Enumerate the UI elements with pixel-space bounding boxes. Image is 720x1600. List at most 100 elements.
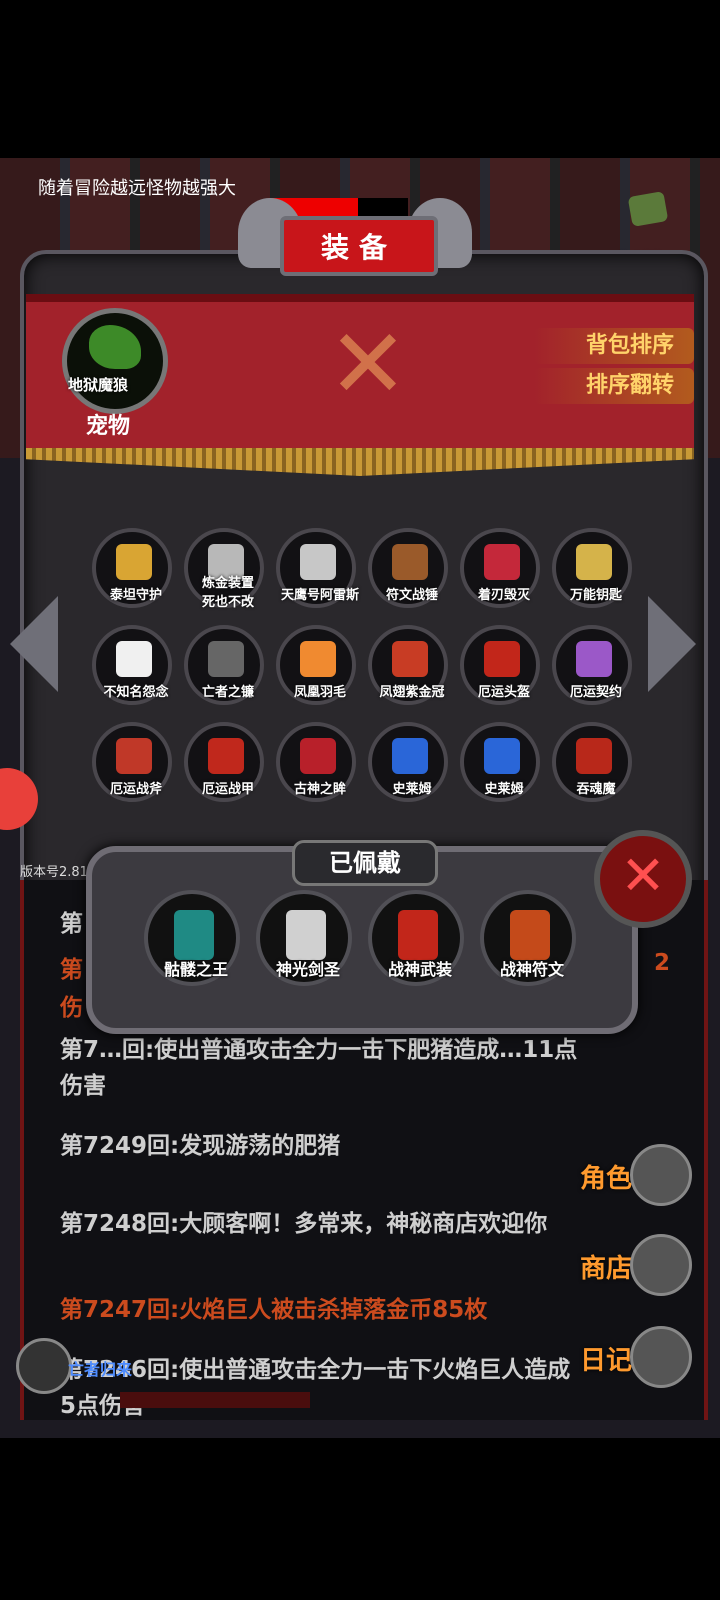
item-name: 厄运头盔: [477, 685, 530, 700]
log-line: 伤: [60, 995, 83, 1021]
hellwolf-icon: [89, 325, 141, 369]
equipped-item-name: 战神武装: [387, 960, 452, 979]
close-button[interactable]: ✕: [594, 830, 692, 928]
log-line: 第7247回:火焰巨人被击杀掉落金币85枚: [60, 1297, 488, 1323]
next-page-arrow-icon[interactable]: [648, 596, 696, 692]
item-name: 万能钥匙: [569, 588, 622, 603]
sort-reverse-button[interactable]: 排序翻转: [534, 368, 694, 404]
log-fragment: 2: [654, 950, 671, 976]
bottom-progress-bar: [120, 1392, 310, 1408]
inventory-item[interactable]: 厄运战甲: [184, 722, 264, 802]
item-name: 亡者之镰: [201, 685, 254, 700]
inventory-item[interactable]: 符文战锤: [368, 528, 448, 608]
item-name: 天鹰号阿雷斯: [280, 588, 359, 603]
item-sprite-icon: [484, 544, 520, 580]
marquee-text: 随着冒险越远怪物越强大: [38, 178, 236, 199]
log-line: 第: [60, 911, 83, 937]
equipped-item[interactable]: 战神武装: [368, 890, 464, 986]
item-sprite-icon: [300, 641, 336, 677]
item-sprite-icon: [116, 641, 152, 677]
autoplay-icon: [627, 191, 669, 227]
inventory-grid: 泰坦守护 炼金装置 死也不改 天鹰号阿雷斯 符文战锤 着刃毁灭 万能钥匙不知名怨念 亡者之镰…: [92, 528, 652, 818]
log-line: 第7249回:发现游荡的肥猪: [60, 1133, 341, 1159]
curtain-header: ✕ 地狱魔狼 宠物 背包排序 排序翻转: [26, 294, 694, 476]
sort-bag-button[interactable]: 背包排序: [534, 328, 694, 364]
nav-character-button[interactable]: 角色: [580, 1144, 692, 1206]
item-sprite-icon: [116, 738, 152, 774]
inventory-item[interactable]: 炼金装置 死也不改: [184, 528, 264, 610]
item-name: 史莱姆: [392, 782, 432, 797]
item-name: 史莱姆: [484, 782, 524, 797]
crossed-swords-emblem-icon: ✕: [327, 308, 409, 420]
item-name: 厄运契约: [569, 685, 622, 700]
item-sprite-icon: [484, 641, 520, 677]
book-icon: [630, 1326, 692, 1388]
log-line: 第: [60, 957, 83, 983]
pet-label: 宠物: [86, 414, 131, 439]
equipped-sprite-icon: [510, 910, 550, 960]
item-name: 古神之眸: [293, 782, 346, 797]
beer-mug-icon: [630, 1234, 692, 1296]
nav-diary-button[interactable]: 日记: [580, 1326, 692, 1388]
pet-slot[interactable]: 地狱魔狼 宠物: [62, 308, 168, 439]
inventory-item[interactable]: 不知名怨念: [92, 625, 172, 705]
inventory-item[interactable]: 泰坦守护: [92, 528, 172, 608]
item-name: 厄运战斧: [109, 782, 162, 797]
item-sprite-icon: [576, 544, 612, 580]
version-label: 版本号2.81: [20, 865, 88, 880]
inventory-item[interactable]: 凤翅紫金冠: [368, 625, 448, 705]
item-sprite-icon: [576, 738, 612, 774]
inventory-item[interactable]: 天鹰号阿雷斯: [276, 528, 359, 608]
nav-shop-label: 商店: [580, 1254, 633, 1284]
item-name: 凤凰羽毛: [293, 685, 346, 700]
item-sprite-icon: [116, 544, 152, 580]
pet-name: 地狱魔狼: [68, 376, 129, 394]
item-name: 着刃毁灭: [477, 588, 530, 603]
player-name: 亡者归来: [68, 1360, 133, 1379]
equipped-sprite-icon: [174, 910, 214, 960]
nav-shop-button[interactable]: 商店: [580, 1234, 692, 1296]
inventory-item[interactable]: 万能钥匙: [552, 528, 632, 608]
log-line: 第7…回:使出普通攻击全力一击下肥猪造成…11点: [60, 1037, 578, 1063]
panel-title-plate: 装备: [238, 198, 472, 288]
nav-character-label: 角色: [580, 1164, 633, 1194]
item-sprite-icon: [484, 738, 520, 774]
equipped-item[interactable]: 神光剑圣: [256, 890, 352, 986]
equipped-popup: 已佩戴 骷髅之王 神光剑圣 战神武装 战神符文: [86, 840, 638, 1034]
inventory-item[interactable]: 古神之眸: [276, 722, 356, 802]
log-line: 伤害: [60, 1073, 106, 1099]
equipped-item-name: 神光剑圣: [275, 960, 340, 979]
item-name: 炼金装置 死也不改: [201, 576, 254, 610]
inventory-item[interactable]: 着刃毁灭: [460, 528, 540, 608]
item-sprite-icon: [208, 738, 244, 774]
inventory-item[interactable]: 吞魂魔: [552, 722, 632, 802]
item-name: 厄运战甲: [201, 782, 254, 797]
equipped-sprite-icon: [286, 910, 326, 960]
inventory-item[interactable]: 史莱姆: [460, 722, 540, 802]
item-name: 吞魂魔: [576, 782, 616, 797]
inventory-item[interactable]: 厄运契约: [552, 625, 632, 705]
equipped-item[interactable]: 战神符文: [480, 890, 576, 986]
equipped-item-name: 骷髅之王: [163, 960, 228, 979]
item-name: 符文战锤: [385, 588, 438, 603]
item-sprite-icon: [300, 544, 336, 580]
prev-page-arrow-icon[interactable]: [10, 596, 58, 692]
item-name: 泰坦守护: [109, 588, 162, 603]
log-line: 第7246回:使出普通攻击全力一击下火焰巨人造成: [60, 1357, 571, 1383]
item-sprite-icon: [392, 544, 428, 580]
player-avatar[interactable]: [16, 1338, 72, 1394]
inventory-item[interactable]: 史莱姆: [368, 722, 448, 802]
equipped-title: 已佩戴: [292, 840, 438, 886]
log-line: 第7248回:大顾客啊！多常来，神秘商店欢迎你: [60, 1211, 548, 1237]
helmet-icon: [630, 1144, 692, 1206]
inventory-item[interactable]: 厄运头盔: [460, 625, 540, 705]
inventory-item[interactable]: 亡者之镰: [184, 625, 264, 705]
item-sprite-icon: [392, 641, 428, 677]
equipped-item[interactable]: 骷髅之王: [144, 890, 240, 986]
inventory-item[interactable]: 凤凰羽毛: [276, 625, 356, 705]
item-sprite-icon: [576, 641, 612, 677]
equipped-item-name: 战神符文: [499, 960, 564, 979]
pet-portrait: [62, 308, 168, 414]
item-name: 不知名怨念: [103, 685, 169, 700]
inventory-item[interactable]: 厄运战斧: [92, 722, 172, 802]
